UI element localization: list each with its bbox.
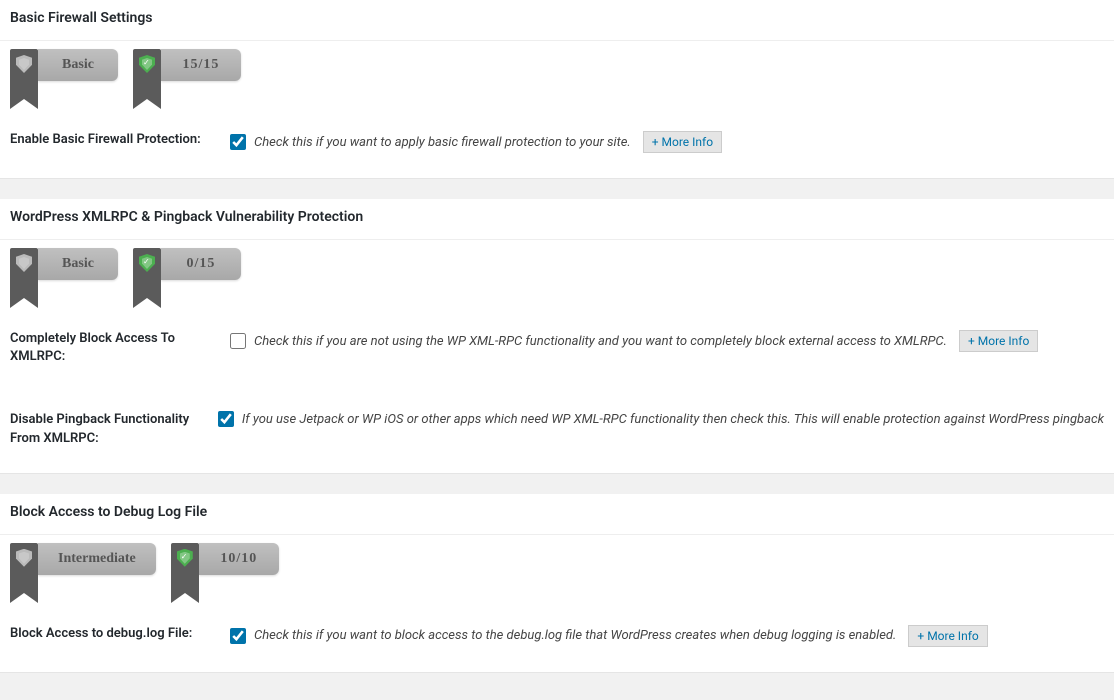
score-badge: 0/15 (133, 248, 241, 310)
section-heading: Basic Firewall Settings (0, 0, 1114, 41)
form-row: Block Access to debug.log File: Check thi… (0, 605, 1114, 672)
shield-icon (16, 254, 32, 272)
badges-row: Basic 15/15 (0, 41, 1114, 111)
section-basic: Basic Firewall Settings Basic 15/15 Enable … (0, 0, 1114, 179)
ribbon (171, 543, 199, 593)
option-control: Check this if you want to apply basic fi… (230, 131, 1104, 153)
form-row: Disable Pingback Functionality From XMLR… (0, 391, 1114, 472)
score-label: 15/15 (161, 49, 241, 81)
level-label: Basic (38, 49, 118, 81)
option-desc: If you use Jetpack or WP iOS or other ap… (242, 412, 1104, 427)
option-label: Completely Block Access To XMLRPC: (10, 330, 210, 366)
shield-check-icon (139, 254, 155, 272)
level-badge: Basic (10, 248, 118, 310)
plus-icon: + (917, 629, 924, 643)
option-desc: Check this if you want to apply basic fi… (254, 135, 631, 150)
option-control: If you use Jetpack or WP iOS or other ap… (218, 411, 1104, 427)
level-badge: Basic (10, 49, 118, 111)
shield-check-icon (177, 549, 193, 567)
score-badge: 10/10 (171, 543, 279, 605)
more-info-button[interactable]: +More Info (959, 330, 1038, 352)
option-checkbox[interactable] (230, 333, 246, 349)
more-info-button[interactable]: +More Info (643, 131, 722, 153)
level-badge: Intermediate (10, 543, 156, 605)
plus-icon: + (968, 334, 975, 348)
shield-icon (16, 549, 32, 567)
option-desc: Check this if you are not using the WP X… (254, 334, 947, 349)
score-badge: 15/15 (133, 49, 241, 111)
ribbon (133, 49, 161, 99)
ribbon (10, 248, 38, 298)
badges-row: Intermediate 10/10 (0, 535, 1114, 605)
score-label: 10/10 (199, 543, 279, 575)
more-info-label: More Info (927, 629, 979, 643)
option-checkbox[interactable] (230, 628, 246, 644)
more-info-button[interactable]: +More Info (908, 625, 987, 647)
ribbon (10, 543, 38, 593)
option-label: Enable Basic Firewall Protection: (10, 131, 210, 149)
option-label: Block Access to debug.log File: (10, 625, 210, 643)
section-heading: WordPress XMLRPC & Pingback Vulnerabilit… (0, 199, 1114, 240)
shield-icon (16, 55, 32, 73)
score-label: 0/15 (161, 248, 241, 280)
more-info-label: More Info (662, 135, 714, 149)
shield-check-icon (139, 55, 155, 73)
option-control: Check this if you are not using the WP X… (230, 330, 1104, 352)
level-label: Intermediate (38, 543, 156, 575)
section-heading: Block Access to Debug Log File (0, 494, 1114, 535)
ribbon (10, 49, 38, 99)
option-checkbox[interactable] (230, 134, 246, 150)
badges-row: Basic 0/15 (0, 240, 1114, 310)
ribbon (133, 248, 161, 298)
option-label: Disable Pingback Functionality From XMLR… (10, 411, 198, 447)
level-label: Basic (38, 248, 118, 280)
form-row: Completely Block Access To XMLRPC: Check … (0, 310, 1114, 391)
option-checkbox[interactable] (218, 411, 234, 427)
plus-icon: + (652, 135, 659, 149)
form-row: Enable Basic Firewall Protection: Check t… (0, 111, 1114, 178)
option-desc: Check this if you want to block access t… (254, 628, 896, 643)
more-info-label: More Info (978, 334, 1030, 348)
option-control: Check this if you want to block access t… (230, 625, 1104, 647)
section-debuglog: Block Access to Debug Log FileIntermedia… (0, 494, 1114, 673)
section-xmlrpc: WordPress XMLRPC & Pingback Vulnerabilit… (0, 199, 1114, 474)
